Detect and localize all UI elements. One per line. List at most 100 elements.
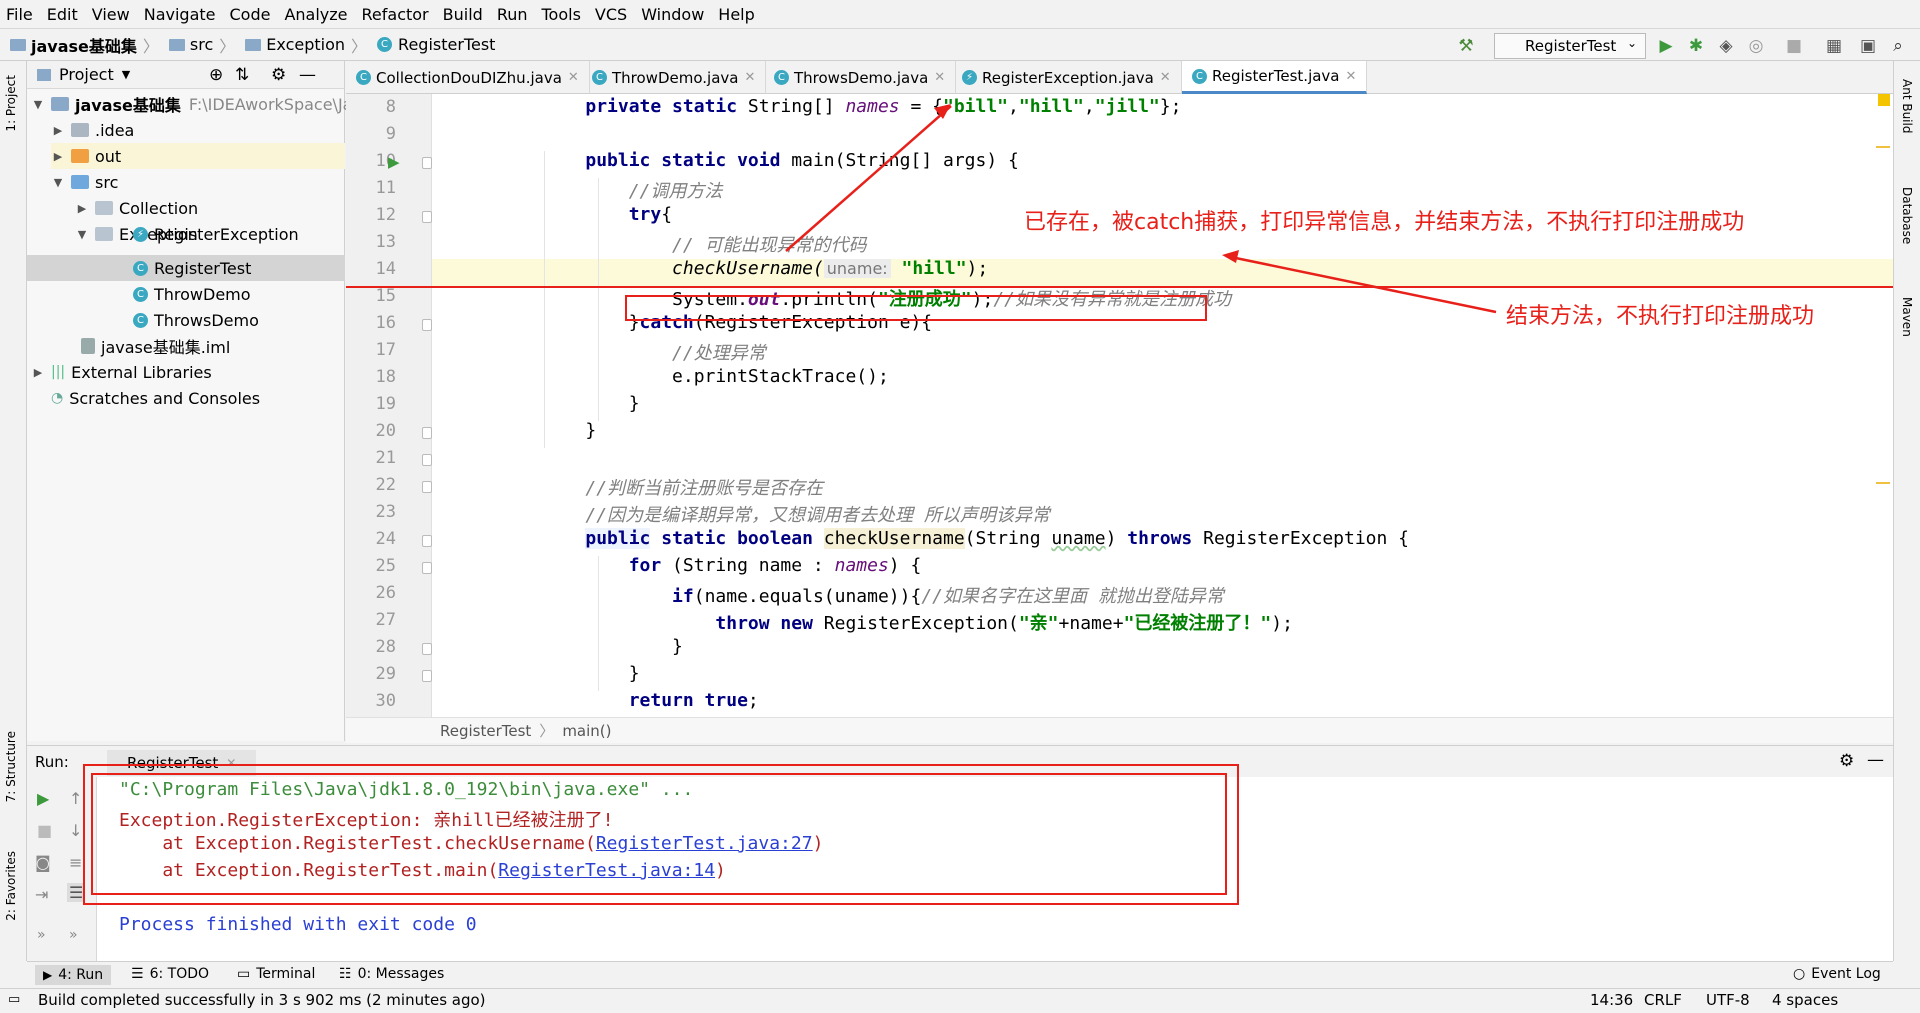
arrow-up-icon[interactable]: ↑ bbox=[69, 789, 82, 808]
line-separator[interactable]: CRLF bbox=[1644, 991, 1682, 1009]
collapse-all-icon[interactable]: ⇅ bbox=[235, 65, 249, 85]
tab-project-tool[interactable]: 1: Project bbox=[4, 75, 18, 132]
menu-edit[interactable]: Edit bbox=[47, 5, 78, 24]
left-tool-strip: 1: Project 7: Structure 2: Favorites bbox=[0, 61, 27, 961]
tab-favorites-tool[interactable]: 2: Favorites bbox=[4, 851, 18, 921]
build-hammer-icon[interactable]: ⚒ bbox=[1456, 36, 1476, 56]
breadcrumb-class[interactable]: C RegisterTest bbox=[377, 35, 495, 54]
tree-item-collection[interactable]: ▶ Collection bbox=[75, 195, 198, 221]
menu-code[interactable]: Code bbox=[230, 5, 271, 24]
tab-todo[interactable]: ☰ 6: TODO bbox=[131, 966, 209, 982]
tree-item-src[interactable]: ▼ src bbox=[51, 169, 119, 195]
tab-collectiondoudizhu[interactable]: C CollectionDouDIZhu.java ✕ bbox=[346, 61, 590, 94]
layout-icon[interactable]: ▣ bbox=[1858, 36, 1878, 56]
tree-item-iml[interactable]: javase基础集.iml bbox=[81, 333, 230, 359]
tree-item-registertest[interactable]: C RegisterTest bbox=[133, 255, 251, 281]
project-icon bbox=[37, 68, 51, 81]
close-icon[interactable]: ✕ bbox=[1160, 70, 1171, 85]
close-icon[interactable]: ✕ bbox=[1346, 69, 1357, 84]
close-icon[interactable]: ✕ bbox=[568, 70, 579, 85]
menu-help[interactable]: Help bbox=[718, 5, 754, 24]
editor-breadcrumb-method[interactable]: main() bbox=[562, 722, 611, 740]
tree-item-out[interactable]: ▶ out bbox=[51, 143, 345, 169]
debug-icon[interactable]: ✱ bbox=[1686, 36, 1706, 56]
annotation-arrows bbox=[785, 104, 1497, 314]
exit-icon[interactable]: ⇥ bbox=[35, 885, 48, 904]
indent-setting[interactable]: 4 spaces bbox=[1772, 991, 1838, 1009]
hide-icon[interactable]: — bbox=[299, 65, 316, 85]
gear-icon[interactable]: ⚙ bbox=[271, 65, 286, 85]
tree-item-throwdemo[interactable]: C ThrowDemo bbox=[133, 281, 251, 307]
more-icon[interactable]: » bbox=[37, 927, 46, 943]
search-icon[interactable]: ⌕ bbox=[1888, 36, 1908, 56]
menu-analyze[interactable]: Analyze bbox=[284, 5, 347, 24]
terminal-icon: ▭ bbox=[237, 966, 251, 982]
menu-build[interactable]: Build bbox=[443, 5, 483, 24]
stop-icon[interactable]: ■ bbox=[37, 821, 52, 840]
chevron-down-icon[interactable]: ▼ bbox=[122, 68, 130, 81]
menu-run[interactable]: Run bbox=[497, 5, 528, 24]
menu-refactor[interactable]: Refactor bbox=[362, 5, 429, 24]
arrow-down-icon[interactable]: ↓ bbox=[69, 821, 82, 840]
menu-window[interactable]: Window bbox=[641, 5, 704, 24]
run-console[interactable]: "C:\Program Files\Java\jdk1.8.0_192\bin\… bbox=[83, 764, 1893, 961]
soft-wrap-icon[interactable]: ≡ bbox=[69, 853, 82, 872]
tree-item-registerexception[interactable]: ⚡ RegisterException bbox=[133, 221, 299, 247]
code-editor[interactable]: 8 9 10 11 12 13 14 15 16 17 18 19 20 21 … bbox=[346, 94, 1893, 717]
run-icon[interactable]: ▶ bbox=[1656, 36, 1676, 56]
tree-item-idea[interactable]: ▶ .idea bbox=[51, 117, 135, 143]
tab-registerexception[interactable]: ⚡ RegisterException.java ✕ bbox=[952, 61, 1182, 94]
profile-icon[interactable]: ◎ bbox=[1746, 36, 1766, 56]
menu-file[interactable]: File bbox=[6, 5, 33, 24]
tab-throwdemo[interactable]: C ThrowDemo.java ✕ bbox=[582, 61, 767, 94]
tab-throwsdemo[interactable]: C ThrowsDemo.java ✕ bbox=[764, 61, 957, 94]
menu-navigate[interactable]: Navigate bbox=[144, 5, 216, 24]
tab-terminal[interactable]: ▭ Terminal bbox=[237, 966, 315, 982]
tree-item-external-libraries[interactable]: ▶ ||| External Libraries bbox=[31, 359, 212, 385]
breadcrumb-src[interactable]: src 〉 bbox=[168, 33, 235, 57]
folder-icon bbox=[168, 38, 185, 51]
module-folder-icon bbox=[51, 97, 69, 111]
stop-icon[interactable]: ■ bbox=[1784, 36, 1804, 56]
tab-database[interactable]: Database bbox=[1900, 187, 1914, 244]
rerun-icon[interactable]: ▶ bbox=[37, 789, 49, 808]
breadcrumb-project[interactable]: javase基础集〉 bbox=[10, 33, 159, 57]
tab-maven[interactable]: Maven bbox=[1900, 297, 1914, 337]
caret-position[interactable]: 14:36 bbox=[1590, 991, 1633, 1009]
menu-bar: File Edit View Navigate Code Analyze Ref… bbox=[0, 0, 1920, 28]
exception-class-icon: ⚡ bbox=[133, 226, 148, 242]
tab-messages[interactable]: ☷ 0: Messages bbox=[339, 966, 444, 982]
gear-icon[interactable]: ⚙ bbox=[1839, 751, 1854, 771]
camera-icon[interactable]: ◙ bbox=[35, 853, 51, 872]
breadcrumb-exception[interactable]: Exception 〉 bbox=[245, 33, 367, 57]
tab-registertest[interactable]: C RegisterTest.java ✕ bbox=[1182, 61, 1368, 94]
coverage-icon[interactable]: ◈ bbox=[1716, 36, 1736, 56]
tab-ant-build[interactable]: Ant Build bbox=[1900, 79, 1914, 133]
tab-run[interactable]: ▶ 4: Run bbox=[35, 965, 112, 985]
annotation-arrowhead bbox=[934, 104, 951, 119]
tree-item-scratches[interactable]: ◔ Scratches and Consoles bbox=[51, 385, 260, 411]
class-icon: C bbox=[1192, 68, 1207, 84]
run-configuration-select[interactable]: RegisterTest ⌄ bbox=[1494, 33, 1646, 59]
library-icon: ||| bbox=[51, 364, 66, 380]
locate-icon[interactable]: ⊕ bbox=[209, 65, 223, 85]
file-encoding[interactable]: UTF-8 bbox=[1706, 991, 1750, 1009]
more-icon[interactable]: » bbox=[69, 927, 78, 943]
close-icon[interactable]: ✕ bbox=[934, 70, 945, 85]
menu-vcs[interactable]: VCS bbox=[595, 5, 627, 24]
project-view-select[interactable]: Project bbox=[59, 65, 114, 84]
tab-event-log[interactable]: ○ Event Log bbox=[1793, 966, 1881, 982]
project-structure-icon[interactable]: ▦ bbox=[1824, 36, 1844, 56]
editor-breadcrumb-class[interactable]: RegisterTest bbox=[440, 722, 531, 740]
tab-structure-tool[interactable]: 7: Structure bbox=[4, 731, 18, 802]
close-icon[interactable]: ✕ bbox=[744, 70, 755, 85]
hide-icon[interactable]: — bbox=[1867, 750, 1884, 770]
messages-icon: ☷ bbox=[339, 966, 352, 982]
tree-item-throwsdemo[interactable]: C ThrowsDemo bbox=[133, 307, 259, 333]
menu-view[interactable]: View bbox=[92, 5, 130, 24]
run-icon: ▶ bbox=[43, 968, 53, 982]
menu-tools[interactable]: Tools bbox=[542, 5, 581, 24]
status-message[interactable]: Build completed successfully in 3 s 902 … bbox=[38, 991, 486, 1009]
tree-item-root[interactable]: ▼ javase基础集 F:\IDEAworkSpace\Java bbox=[31, 91, 372, 117]
iml-file-icon bbox=[81, 338, 95, 354]
